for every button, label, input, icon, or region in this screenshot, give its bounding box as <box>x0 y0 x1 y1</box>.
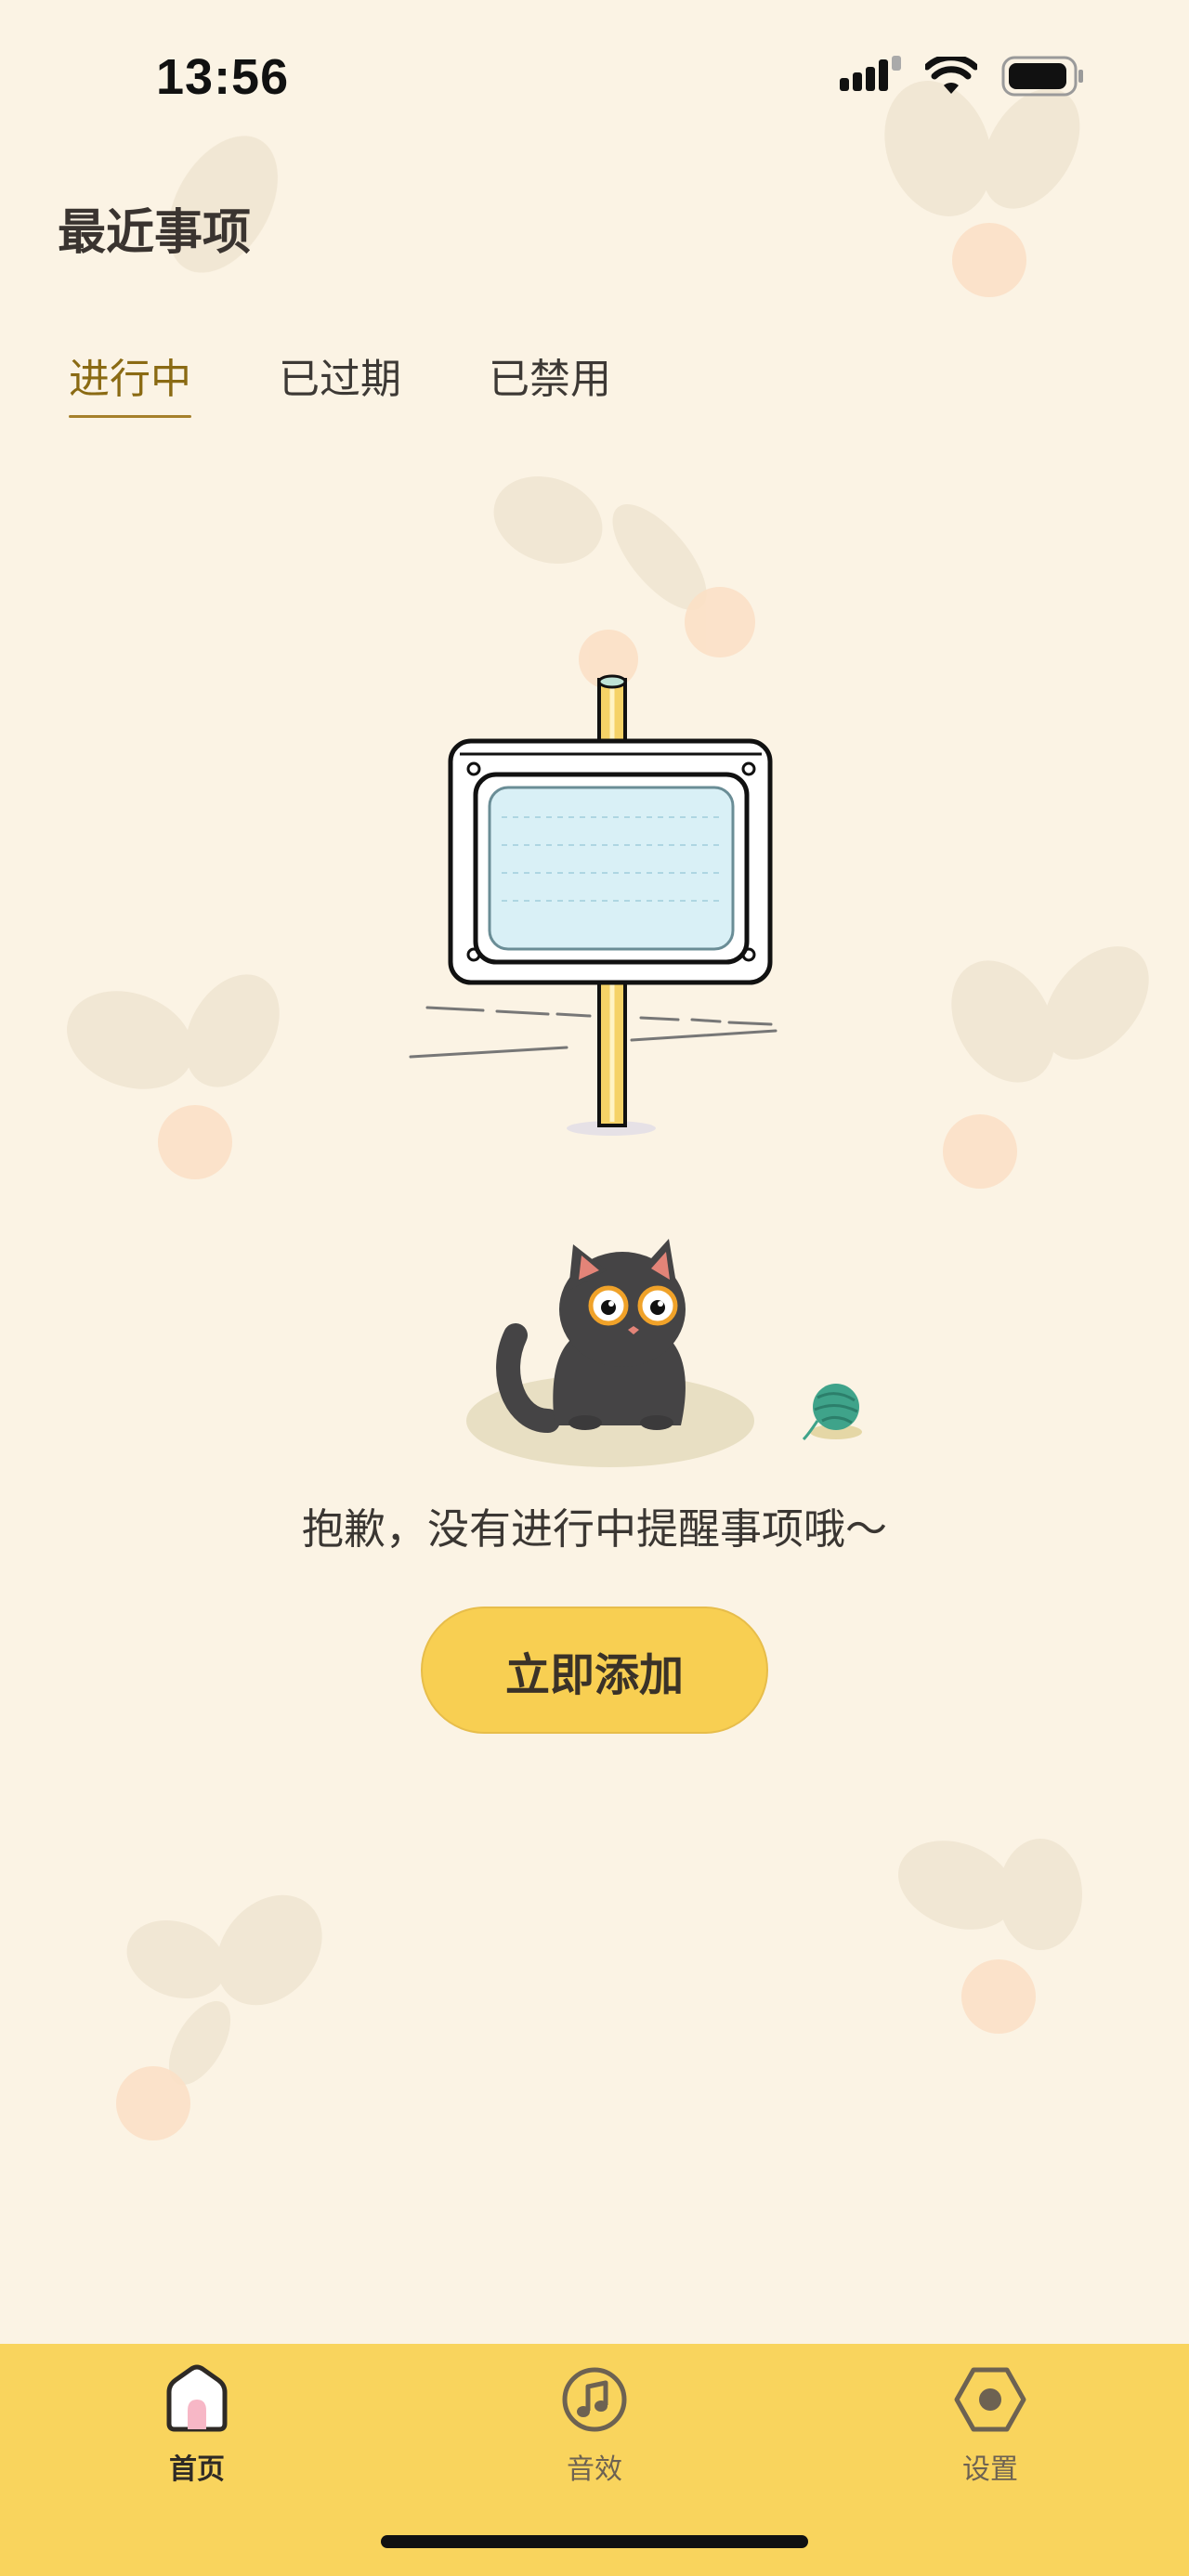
tab-disabled[interactable]: 已禁用 <box>489 345 611 418</box>
status-icons <box>840 56 1085 97</box>
signboard-illustration <box>409 674 777 1136</box>
music-note-icon <box>562 2367 627 2432</box>
wifi-icon <box>925 57 977 94</box>
home-icon <box>166 2364 228 2432</box>
page-title: 最近事项 <box>58 205 252 261</box>
home-indicator <box>381 2535 808 2548</box>
nav-label-settings: 设置 <box>962 2453 1018 2486</box>
add-now-button[interactable]: 立即添加 <box>421 1607 768 1734</box>
signal-icon <box>840 56 901 91</box>
nav-item-sound[interactable]: 音效 <box>520 2362 669 2487</box>
nav-item-home[interactable]: 首页 <box>123 2362 271 2487</box>
status-bar: 13:56 <box>0 0 1189 158</box>
status-time: 13:56 <box>156 49 290 105</box>
nav-label-home: 首页 <box>169 2453 225 2486</box>
cat-illustration <box>466 1239 862 1467</box>
tab-bar: 进行中 已过期 已禁用 <box>69 345 699 418</box>
tab-in-progress[interactable]: 进行中 <box>69 345 191 418</box>
nav-item-settings[interactable]: 设置 <box>916 2362 1065 2487</box>
nav-label-sound: 音效 <box>567 2453 622 2486</box>
empty-state-message: 抱歉，没有进行中提醒事项哦～ <box>301 1504 887 1554</box>
tab-expired[interactable]: 已过期 <box>279 345 401 418</box>
hexagon-settings-icon <box>954 2367 1026 2432</box>
battery-icon <box>1001 56 1083 97</box>
